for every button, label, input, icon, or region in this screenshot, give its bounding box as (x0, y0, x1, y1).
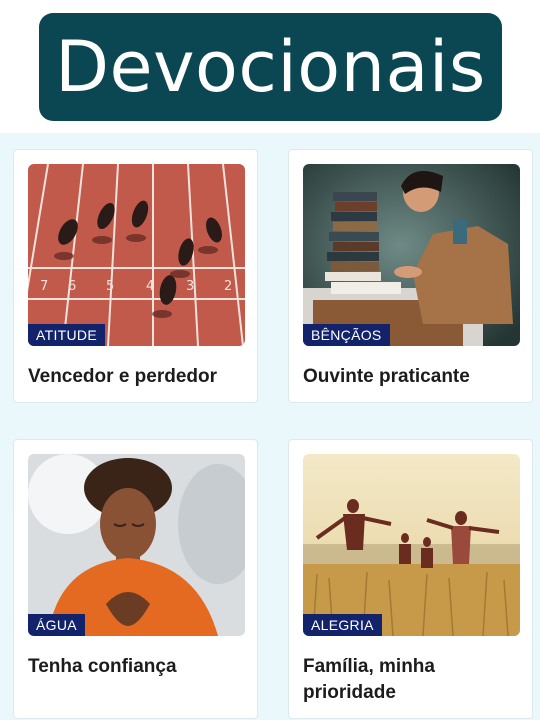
svg-text:7: 7 (40, 279, 48, 294)
woman-praying-image: ÁGUA (28, 454, 245, 636)
running-track-illustration: 7 6 5 4 3 2 (28, 164, 245, 346)
devotional-card-familia[interactable]: ALEGRIA Família, minha prioridade (288, 439, 533, 719)
card-title: Ouvinte praticante (303, 366, 470, 387)
family-field-image: ALEGRIA (303, 454, 520, 636)
card-title: Tenha confiança (28, 656, 177, 677)
devotional-card-confianca[interactable]: ÁGUA Tenha confiança (13, 439, 258, 719)
svg-text:3: 3 (186, 279, 194, 294)
category-tag: ALEGRIA (303, 614, 382, 636)
man-studying-illustration (303, 164, 520, 346)
running-track-image: 7 6 5 4 3 2 ATITUDE (28, 164, 245, 346)
header: Devocionais (0, 0, 540, 133)
svg-text:5: 5 (106, 279, 114, 294)
man-studying-image: BÊNÇÃOS (303, 164, 520, 346)
svg-text:4: 4 (146, 279, 154, 294)
svg-text:2: 2 (224, 279, 232, 294)
family-running-field-illustration (303, 454, 520, 636)
devotional-grid: 7 6 5 4 3 2 ATITUDE Vencedor e perdedor BÊN… (0, 133, 540, 720)
woman-hands-on-heart-illustration (28, 454, 245, 636)
card-title: Família, minha prioridade (303, 656, 435, 703)
category-tag: ATITUDE (28, 324, 105, 346)
category-tag: ÁGUA (28, 614, 85, 636)
devocionais-banner: Devocionais (39, 13, 502, 121)
category-tag: BÊNÇÃOS (303, 324, 390, 346)
card-title: Vencedor e perdedor (28, 366, 218, 387)
svg-text:6: 6 (68, 279, 76, 294)
devotional-card-vencedor[interactable]: 7 6 5 4 3 2 ATITUDE Vencedor e perdedor (13, 149, 258, 403)
page-title: Devocionais (55, 26, 486, 108)
devotional-card-ouvinte[interactable]: BÊNÇÃOS Ouvinte praticante (288, 149, 533, 403)
